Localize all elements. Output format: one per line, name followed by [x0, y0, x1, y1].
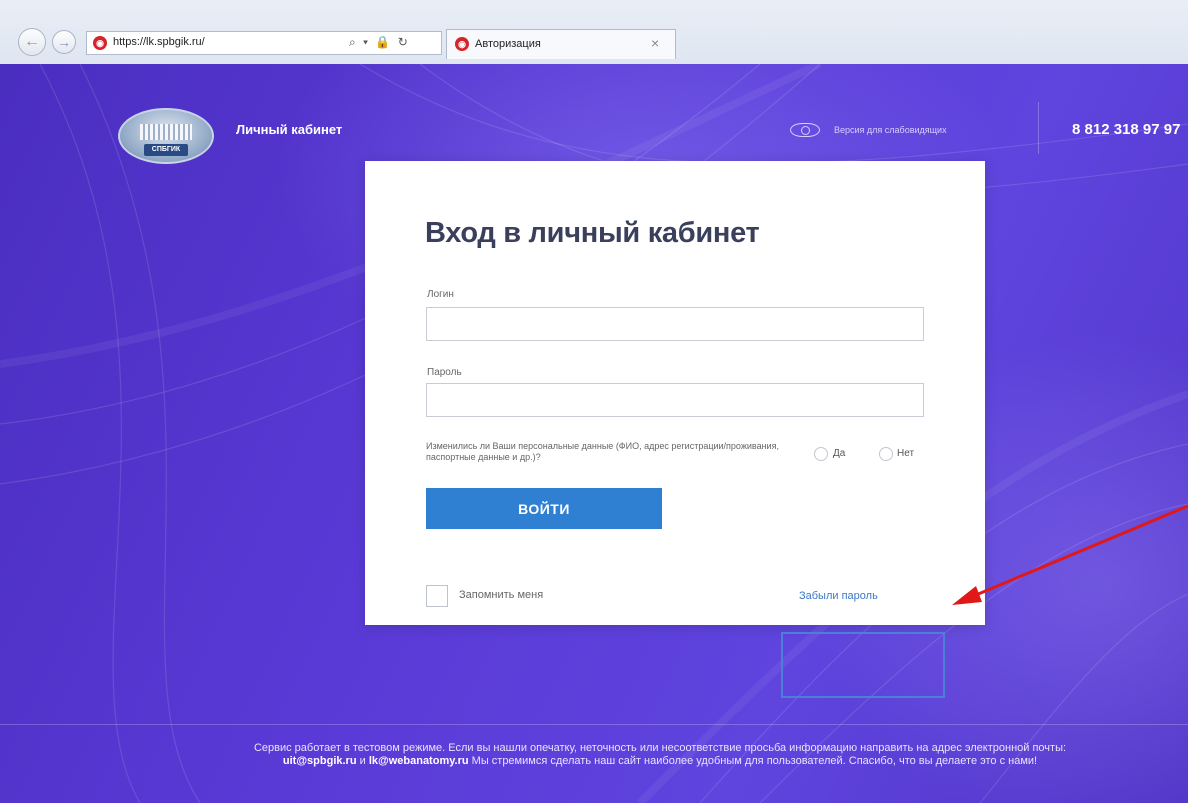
tab-close-icon[interactable]: × [651, 35, 659, 51]
footer-email-uit[interactable]: uit@spbgik.ru [283, 755, 357, 767]
login-card: Вход в личный кабинет Логин Пароль Измен… [365, 161, 985, 625]
accessibility-version-link[interactable]: Версия для слабовидящих [834, 125, 947, 135]
annotation-arrow-icon [952, 504, 1188, 605]
footer-text-part2: Мы стремимся сделать наш сайт наиболее у… [468, 755, 1038, 767]
remember-me-label[interactable]: Запомнить меня [459, 589, 543, 601]
tab-favicon-icon: ◉ [455, 37, 469, 51]
forgot-password-link[interactable]: Забыли пароль [799, 590, 878, 602]
site-favicon-icon: ◉ [93, 36, 107, 50]
address-url[interactable]: https://lk.spbgik.ru/ [113, 36, 205, 48]
forward-button[interactable]: → [52, 30, 76, 54]
footer-and: и [356, 755, 369, 767]
address-bar[interactable]: ◉ https://lk.spbgik.ru/ ⌕ ▾ 🔒 ↻ [86, 31, 442, 55]
remember-me-checkbox[interactable] [426, 585, 448, 607]
password-field-label: Пароль [427, 367, 462, 378]
radio-no[interactable] [879, 447, 893, 461]
logo-label: СПБГИК [144, 144, 188, 156]
footer-notice: Сервис работает в тестовом режиме. Если … [240, 742, 1080, 768]
footer-email-lk[interactable]: lk@webanatomy.ru [369, 755, 469, 767]
eye-icon[interactable] [790, 123, 820, 137]
site-title: Личный кабинет [236, 122, 343, 137]
password-input[interactable] [426, 383, 924, 417]
phone-number[interactable]: 8 812 318 97 97 [1072, 121, 1180, 138]
login-field-label: Логин [427, 289, 454, 300]
radio-yes[interactable] [814, 447, 828, 461]
login-title: Вход в личный кабинет [425, 217, 760, 249]
address-bar-icons[interactable]: ⌕ ▾ 🔒 ↻ [349, 35, 410, 50]
university-logo[interactable]: СПБГИК [118, 108, 214, 164]
radio-yes-label[interactable]: Да [833, 448, 845, 459]
back-button[interactable]: ← [18, 28, 46, 56]
tab-title: Авторизация [475, 38, 541, 50]
header-divider [1038, 102, 1039, 154]
annotation-highlight-box [781, 632, 945, 698]
browser-chrome: ← → ◉ https://lk.spbgik.ru/ ⌕ ▾ 🔒 ↻ ◉ Ав… [0, 0, 1188, 65]
footer-divider [0, 724, 1188, 725]
login-input[interactable] [426, 307, 924, 341]
footer-text-part1: Сервис работает в тестовом режиме. Если … [253, 742, 1067, 754]
logo-building-icon [140, 124, 192, 140]
radio-no-label[interactable]: Нет [897, 448, 914, 459]
login-button[interactable]: ВОЙТИ [426, 488, 662, 529]
browser-tab[interactable]: ◉ Авторизация × [446, 29, 676, 59]
personal-data-question: Изменились ли Ваши персональные данные (… [426, 441, 779, 462]
